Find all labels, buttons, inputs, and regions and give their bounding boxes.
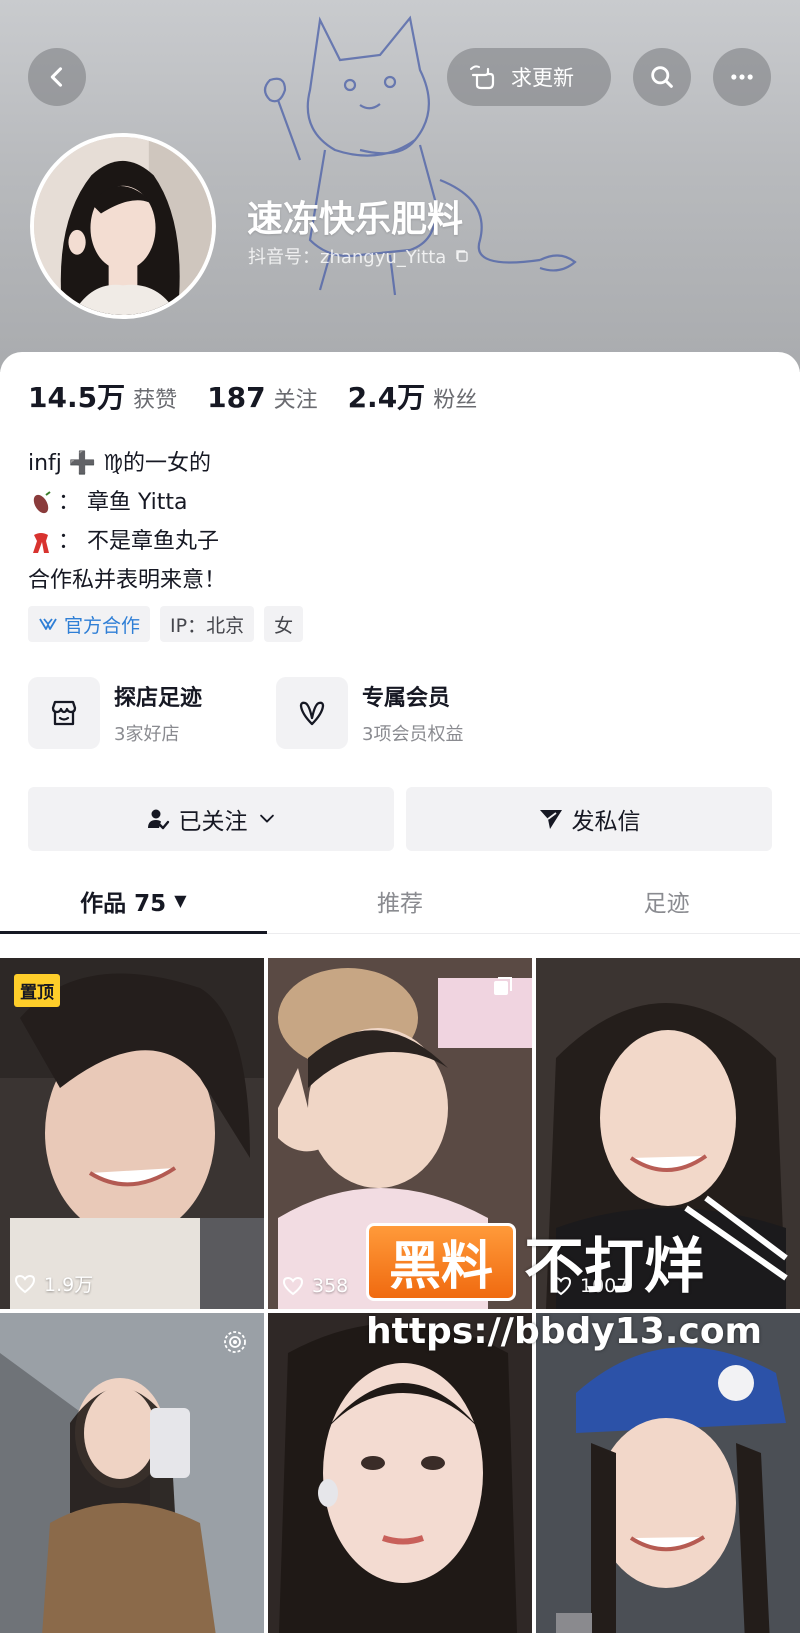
feature-title: 专属会员	[362, 686, 451, 711]
profile-cover: 求更新 速冻快乐肥料 抖音号：zhangyu_Yitta	[0, 0, 800, 372]
watermark-text: 不打烊	[524, 1232, 704, 1302]
request-update-label: 求更新	[511, 66, 574, 90]
caret-down-icon: ▼	[174, 891, 187, 910]
search-button[interactable]	[633, 48, 691, 106]
video-cover-image	[0, 958, 264, 1309]
poke-hand-icon	[470, 65, 495, 90]
stat-number: 14.5万	[28, 381, 126, 414]
heart-icon	[14, 1274, 36, 1293]
avatar[interactable]	[30, 133, 216, 319]
video-likes: 358	[282, 1275, 348, 1297]
douyin-id-text: 抖音号：zhangyu_Yitta	[248, 247, 447, 268]
stat-number: 187	[207, 381, 266, 414]
bio-line: ： 不是章鱼丸子	[28, 522, 226, 561]
profile-features: 探店足迹 3家好店 专属会员 3项会员权益	[28, 677, 524, 749]
send-message-label: 发私信	[571, 809, 641, 835]
send-message-button[interactable]: 发私信	[406, 787, 772, 851]
stat-label: 关注	[273, 388, 318, 413]
copy-icon[interactable]	[454, 248, 470, 264]
watermark-badge: 黑料	[366, 1222, 516, 1301]
watermark-url: https://bbdy13.com	[366, 1311, 763, 1352]
profile-bio: infj ➕ ♍的一女的 ： 章鱼 Yitta ： 不是章鱼丸子 合作私并表明来…	[28, 444, 226, 600]
feature-store-visits[interactable]: 探店足迹 3家好店	[28, 677, 276, 749]
bio-line: infj ➕ ♍的一女的	[28, 451, 212, 476]
feature-title: 探店足迹	[114, 686, 203, 711]
watermark-overlay: 黑料 不打烊 https://bbdy13.com	[366, 1218, 766, 1352]
bio-line: 合作私并表明来意！	[28, 568, 227, 593]
stat-label: 粉丝	[433, 388, 478, 413]
user-check-icon	[147, 809, 169, 830]
profile-nickname: 速冻快乐肥料	[247, 199, 464, 240]
handshake-icon	[39, 618, 57, 630]
pinned-badge: 置顶	[14, 974, 60, 1007]
likes-count: 358	[312, 1275, 349, 1297]
gender-tag: 女	[264, 606, 304, 642]
feature-subtitle: 3项会员权益	[362, 724, 464, 745]
search-icon	[651, 66, 673, 88]
tab-works-label: 作品 75	[80, 890, 167, 917]
video-cover-image	[0, 1313, 264, 1633]
video-thumbnail[interactable]	[268, 1313, 532, 1633]
more-button[interactable]	[713, 48, 771, 106]
bio-line: ： 章鱼 Yitta	[28, 483, 226, 522]
send-message-icon	[539, 810, 562, 829]
stat-following[interactable]: 187 关注	[207, 381, 317, 414]
feature-icon-box	[276, 677, 348, 749]
profile-stats: 14.5万 获赞 187 关注 2.4万 粉丝	[28, 376, 507, 416]
bio-text: ： 章鱼 Yitta	[58, 490, 188, 515]
vip-heart-icon	[299, 701, 325, 726]
feature-subtitle: 3家好店	[114, 724, 180, 745]
feature-membership[interactable]: 专属会员 3项会员权益	[276, 677, 524, 749]
video-thumbnail[interactable]: 置顶 1.9万	[0, 958, 264, 1309]
video-likes: 1.9万	[14, 1270, 93, 1297]
likes-count: 1.9万	[44, 1274, 94, 1296]
stat-number: 2.4万	[347, 381, 426, 414]
back-button[interactable]	[28, 48, 86, 106]
video-cover-image	[268, 1313, 532, 1633]
bio-text: ： 不是章鱼丸子	[58, 529, 219, 554]
stat-label: 获赞	[133, 388, 178, 413]
stat-likes: 14.5万 获赞	[28, 376, 177, 416]
ip-location-tag: IP：北京	[160, 606, 255, 642]
tab-recommend[interactable]: 推荐	[267, 868, 534, 933]
video-cover-image	[536, 1313, 800, 1633]
official-cooperation-label: 官方合作	[64, 614, 141, 637]
shop-icon	[51, 700, 77, 726]
multi-image-icon	[494, 977, 512, 995]
douyin-id[interactable]: 抖音号：zhangyu_Yitta	[248, 243, 470, 269]
content-tabs: 作品 75 ▼ 推荐 足迹	[0, 868, 800, 934]
video-thumbnail[interactable]	[0, 1313, 264, 1633]
tab-footprint[interactable]: 足迹	[533, 868, 800, 933]
tab-works[interactable]: 作品 75 ▼	[0, 868, 267, 934]
heart-icon	[282, 1276, 304, 1296]
live-photo-icon	[224, 1331, 246, 1353]
feature-icon-box	[28, 677, 100, 749]
red-scarf-emoji-icon	[28, 529, 54, 555]
followed-button[interactable]: 已关注	[28, 787, 394, 851]
stat-followers[interactable]: 2.4万 粉丝	[348, 376, 478, 416]
more-dots-icon	[731, 74, 753, 80]
request-update-button[interactable]: 求更新	[447, 48, 611, 106]
official-cooperation-tag[interactable]: 官方合作	[28, 606, 151, 642]
sweet-potato-emoji-icon	[28, 490, 54, 516]
video-thumbnail[interactable]	[536, 1313, 800, 1633]
chevron-down-icon	[259, 814, 274, 823]
followed-label: 已关注	[178, 809, 248, 835]
chevron-left-icon	[50, 67, 63, 87]
profile-actions: 已关注 发私信	[28, 787, 772, 851]
profile-tags: 官方合作 IP：北京 女	[28, 606, 304, 642]
avatar-portrait-image	[34, 137, 212, 315]
